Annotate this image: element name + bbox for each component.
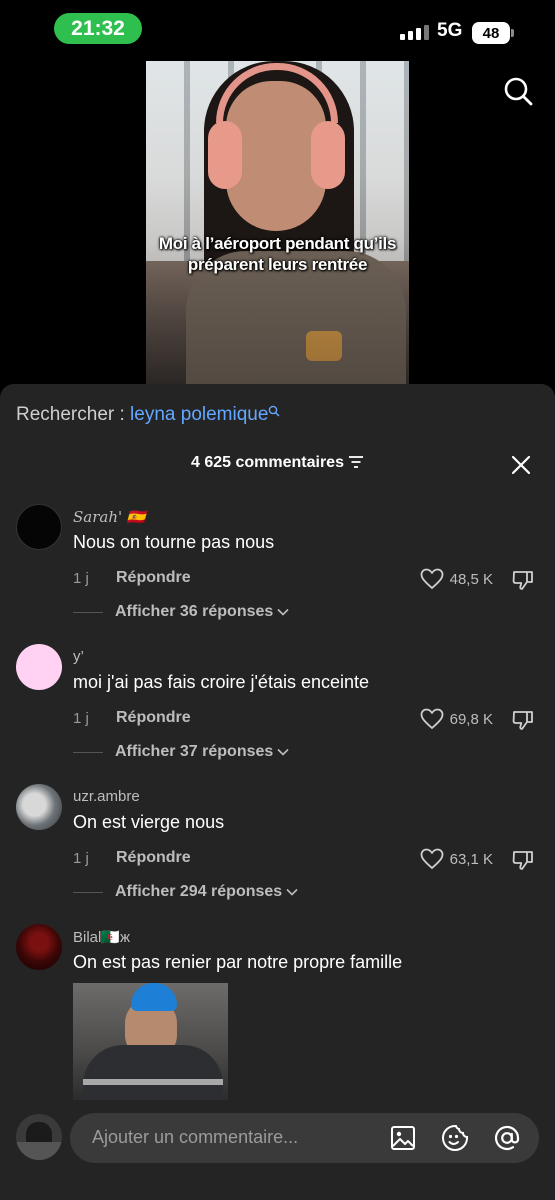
comment-username[interactable]: Bilal🇩🇿ж <box>73 928 130 946</box>
status-bar: 21:32 5G 48 <box>0 0 555 60</box>
like-button[interactable]: 69,8 K <box>420 708 493 730</box>
dislike-icon[interactable] <box>511 708 535 732</box>
comment-text: On est vierge nous <box>73 812 225 832</box>
comment-username[interactable]: uzr.ambre <box>73 788 140 805</box>
my-avatar[interactable] <box>16 1114 62 1160</box>
chevron-down-icon <box>277 748 289 756</box>
battery-icon: 48 <box>472 22 514 44</box>
avatar[interactable] <box>16 504 62 550</box>
search-small-icon <box>269 405 280 417</box>
comment-input-bar: Ajouter un commentaire... <box>0 1100 555 1200</box>
comment-text: Nous on tourne pas nous <box>73 532 275 552</box>
reply-button[interactable]: Répondre <box>116 569 191 587</box>
view-replies-button[interactable]: Afficher 294 réponses <box>73 883 298 901</box>
like-button[interactable]: 63,1 K <box>420 848 493 870</box>
comment-username[interactable]: Sarah' 🇪🇸 <box>73 508 146 526</box>
comment-input[interactable]: Ajouter un commentaire... <box>70 1113 539 1163</box>
view-replies-button[interactable]: Afficher 36 réponses <box>73 603 289 621</box>
comment-count: 4 625 commentaires <box>191 454 344 471</box>
image-icon[interactable] <box>388 1123 418 1153</box>
video-preview[interactable]: Moi à l’aéroport pendant qu’ils préparen… <box>146 61 409 384</box>
comments-header: 4 625 commentaires <box>0 454 555 472</box>
dislike-icon[interactable] <box>511 848 535 872</box>
view-replies-button[interactable]: Afficher 37 réponses <box>73 743 289 761</box>
comment-input-placeholder: Ajouter un commentaire... <box>92 1127 299 1147</box>
comment-age: 1 j <box>73 710 89 727</box>
network-type: 5G <box>437 20 463 41</box>
reply-button[interactable]: Répondre <box>116 849 191 867</box>
comments-sheet: Rechercher : leyna polemique 4 625 comme… <box>0 384 555 1200</box>
cellular-signal-icon <box>400 25 429 40</box>
status-time: 21:32 <box>54 13 142 44</box>
search-icon[interactable] <box>503 76 533 106</box>
like-count: 69,8 K <box>449 710 493 728</box>
sticker-icon[interactable] <box>440 1123 470 1153</box>
reply-button[interactable]: Répondre <box>116 709 191 727</box>
chevron-down-icon <box>286 888 298 896</box>
search-suggestion-prefix: Rechercher : <box>16 404 131 425</box>
avatar[interactable] <box>16 924 62 970</box>
comment-text: On est pas renier par notre propre famil… <box>73 952 403 972</box>
avatar[interactable] <box>16 784 62 830</box>
comment-username[interactable]: y’ <box>73 648 84 665</box>
chevron-down-icon <box>277 608 289 616</box>
video-caption: Moi à l’aéroport pendant qu’ils préparen… <box>158 234 397 274</box>
search-suggestion-term[interactable]: leyna polemique <box>130 404 268 425</box>
search-suggestion[interactable]: Rechercher : leyna polemique <box>16 404 280 426</box>
heart-icon <box>420 708 444 730</box>
dislike-icon[interactable] <box>511 568 535 592</box>
like-count: 63,1 K <box>449 850 493 868</box>
like-count: 48,5 K <box>449 570 493 588</box>
heart-icon <box>420 568 444 590</box>
heart-icon <box>420 848 444 870</box>
mention-icon[interactable] <box>492 1123 522 1153</box>
comment-age: 1 j <box>73 850 89 867</box>
comment-photo[interactable] <box>73 983 228 1101</box>
like-button[interactable]: 48,5 K <box>420 568 493 590</box>
avatar[interactable] <box>16 644 62 690</box>
close-icon[interactable] <box>510 454 532 476</box>
comment-age: 1 j <box>73 570 89 587</box>
comment-text: moi j'ai pas fais croire j'étais enceint… <box>73 672 370 692</box>
sort-filter-icon[interactable] <box>348 455 364 469</box>
